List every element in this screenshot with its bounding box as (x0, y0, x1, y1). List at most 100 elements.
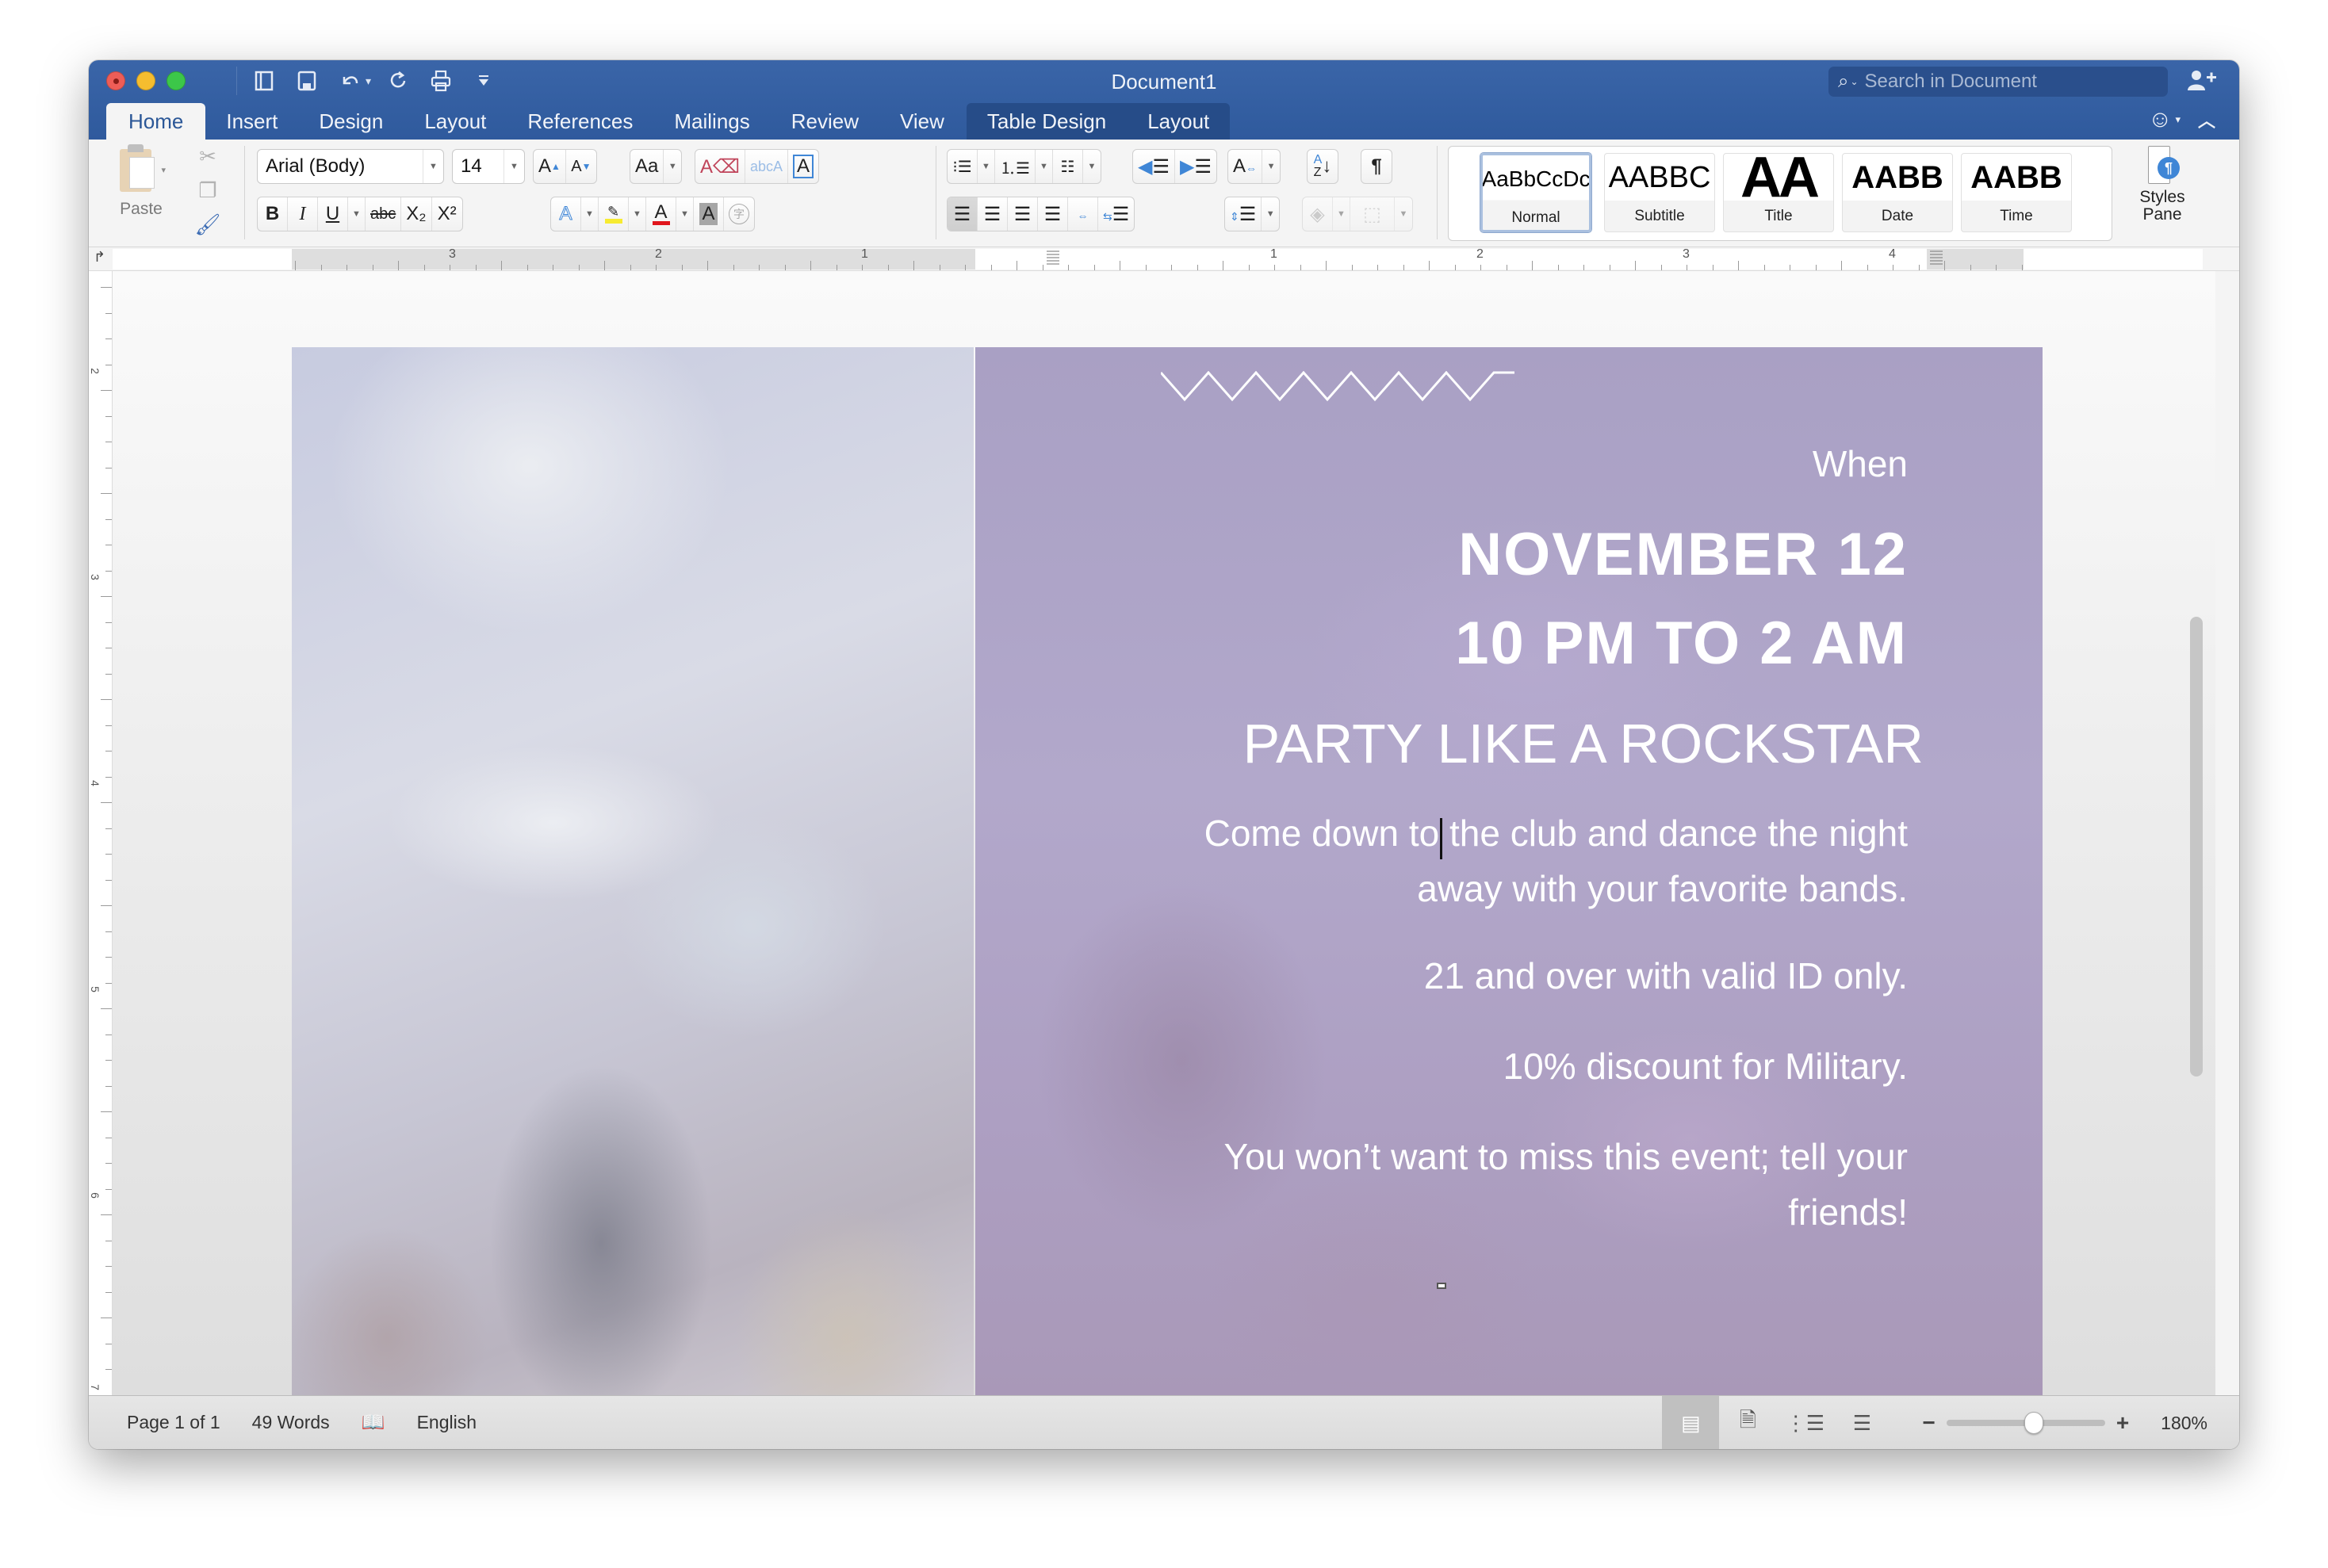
tab-references[interactable]: References (507, 103, 653, 140)
enclose-characters-button[interactable]: 字 (724, 197, 754, 231)
change-case-button[interactable]: Aa (630, 150, 664, 183)
outline-view-button[interactable]: ⋮☰ (1776, 1396, 1833, 1449)
shrink-font-button[interactable]: A ▼ (566, 150, 596, 183)
document-canvas[interactable]: When NOVEMBER 12 10 PM TO 2 AM PARTY LIK… (113, 271, 2215, 1449)
multilevel-dropdown[interactable]: ▼ (1083, 150, 1101, 183)
copy-icon[interactable]: ❐ (198, 178, 216, 203)
share-button[interactable] (2185, 68, 2217, 94)
column-marker-left[interactable] (1047, 250, 1059, 266)
style-title[interactable]: AA Title (1723, 153, 1834, 232)
style-date[interactable]: AABB Date (1842, 153, 1953, 232)
underline-dropdown[interactable]: ▼ (348, 197, 366, 231)
decrease-indent-button[interactable]: ◀☰ (1133, 150, 1175, 183)
bold-button[interactable]: B (258, 197, 288, 231)
sort-button[interactable]: A Z ↓ (1308, 150, 1338, 183)
feedback-smiley-icon[interactable]: ☺ (2148, 106, 2173, 133)
numbering-button[interactable]: ⒈☰ (995, 150, 1036, 183)
feedback-dropdown-icon[interactable]: ▾ (2175, 113, 2181, 126)
grow-font-button[interactable]: A ▲ (534, 150, 566, 183)
search-options-caret-icon[interactable]: ⌄ (1850, 76, 1858, 87)
multilevel-list-button[interactable]: ☷ (1053, 150, 1083, 183)
increase-indent-button[interactable]: ▶☰ (1175, 150, 1216, 183)
draft-view-button[interactable]: ☰ (1833, 1396, 1890, 1449)
tab-review[interactable]: Review (771, 103, 879, 140)
highlight-dropdown[interactable]: ▼ (629, 197, 646, 231)
italic-button[interactable]: I (288, 197, 318, 231)
event-headline[interactable]: PARTY LIKE A ROCKSTAR (1243, 712, 1924, 775)
format-painter-icon[interactable]: 🖌 (194, 212, 220, 237)
vertical-ruler[interactable]: 2 3 4 5 6 7 (89, 271, 113, 1395)
underline-button[interactable]: U (318, 197, 348, 231)
borders-dropdown[interactable]: ▼ (1395, 197, 1412, 231)
table-resize-handle[interactable] (1437, 1283, 1446, 1289)
vertical-scrollbar[interactable] (2190, 617, 2203, 1077)
zoom-level[interactable]: 180% (2161, 1413, 2207, 1434)
clear-formatting-button[interactable]: A⌫ (695, 150, 745, 183)
flyer-page[interactable]: When NOVEMBER 12 10 PM TO 2 AM PARTY LIK… (292, 347, 2043, 1449)
event-time[interactable]: 10 PM TO 2 AM (1455, 609, 1908, 678)
style-time[interactable]: AABB Time (1961, 153, 2072, 232)
shading-button[interactable]: ◈ (1303, 197, 1333, 231)
distributed-button[interactable]: ⇔ (1068, 197, 1098, 231)
shading-dropdown[interactable]: ▼ (1333, 197, 1350, 231)
superscript-button[interactable]: X² (432, 197, 462, 231)
body-paragraph-discount[interactable]: 10% discount for Military. (1503, 1038, 1908, 1094)
tab-view[interactable]: View (879, 103, 965, 140)
body-paragraph-intro[interactable]: Come down to the club and dance the nigh… (1204, 805, 1908, 916)
styles-pane-button[interactable]: ¶ Styles Pane (2127, 144, 2198, 224)
collapse-ribbon-icon[interactable]: ︿ (2198, 107, 2215, 132)
tab-insert[interactable]: Insert (205, 103, 298, 140)
bullets-dropdown[interactable]: ▼ (978, 150, 995, 183)
character-spacing-button[interactable]: A⇔ (1228, 150, 1263, 183)
when-label[interactable]: When (1813, 442, 1908, 485)
borders-button[interactable]: ⬚ (1350, 197, 1395, 231)
show-formatting-marks-button[interactable]: ¶ (1361, 150, 1392, 183)
phonetic-guide-button[interactable]: abcA (745, 150, 788, 183)
font-color-dropdown[interactable]: ▼ (676, 197, 694, 231)
tab-table-design[interactable]: Table Design (967, 103, 1127, 140)
zoom-out-button[interactable]: − (1922, 1410, 1935, 1436)
proofing-book-icon[interactable]: 📖 (362, 1411, 385, 1434)
justify-button[interactable]: ☰ (1038, 197, 1068, 231)
tab-home[interactable]: Home (106, 103, 206, 140)
tab-selector-icon[interactable]: ↱ (94, 249, 109, 270)
paste-button[interactable]: ▾ Paste (106, 143, 176, 219)
change-case-dropdown[interactable]: ▼ (664, 150, 681, 183)
text-effects-dropdown[interactable]: ▼ (581, 197, 599, 231)
event-date[interactable]: NOVEMBER 12 (1458, 520, 1908, 589)
text-effects-button[interactable]: A (551, 197, 581, 231)
tab-design[interactable]: Design (298, 103, 404, 140)
tab-mailings[interactable]: Mailings (653, 103, 770, 140)
print-layout-view-button[interactable]: ▤ (1662, 1396, 1720, 1449)
zoom-in-button[interactable]: + (2116, 1410, 2129, 1436)
tab-layout[interactable]: Layout (404, 103, 507, 140)
zoom-slider-thumb[interactable] (2024, 1412, 2043, 1434)
style-normal[interactable]: AaBbCcDc Normal (1480, 153, 1591, 232)
word-count[interactable]: 49 Words (252, 1412, 330, 1433)
font-size-select[interactable]: 14 ▼ (452, 149, 525, 184)
align-right-button[interactable]: ☰ (1008, 197, 1038, 231)
character-shading-button[interactable]: A (694, 197, 724, 231)
body-paragraph-age[interactable]: 21 and over with valid ID only. (1424, 948, 1908, 1004)
style-subtitle[interactable]: AABBC Subtitle (1604, 153, 1715, 232)
body-paragraph-closing[interactable]: You won’t want to miss this event; tell … (1224, 1129, 1909, 1240)
font-name-select[interactable]: Arial (Body) ▼ (257, 149, 444, 184)
search-box[interactable]: ⌕ ⌄ (1828, 67, 2168, 97)
line-spacing-dropdown[interactable]: ▼ (1262, 197, 1279, 231)
font-color-button[interactable]: A (646, 197, 676, 231)
zoom-slider[interactable] (1946, 1412, 2105, 1434)
subscript-button[interactable]: X₂ (401, 197, 432, 231)
align-center-button[interactable]: ☰ (978, 197, 1008, 231)
character-border-button[interactable]: A (788, 150, 818, 183)
character-spacing-dropdown[interactable]: ▼ (1262, 150, 1280, 183)
page-count[interactable]: Page 1 of 1 (127, 1412, 220, 1433)
cut-scissors-icon[interactable]: ✂ (199, 144, 216, 169)
strikethrough-button[interactable]: abc (366, 197, 402, 231)
search-input[interactable] (1864, 71, 2135, 93)
column-marker-right[interactable] (1930, 250, 1943, 266)
text-direction-button[interactable]: ⇆☰ (1098, 197, 1134, 231)
tab-table-layout[interactable]: Layout (1127, 103, 1230, 140)
concert-crowd-photo-left[interactable] (292, 347, 974, 1449)
numbering-dropdown[interactable]: ▼ (1036, 150, 1053, 183)
highlight-button[interactable]: ✎ (599, 197, 629, 231)
